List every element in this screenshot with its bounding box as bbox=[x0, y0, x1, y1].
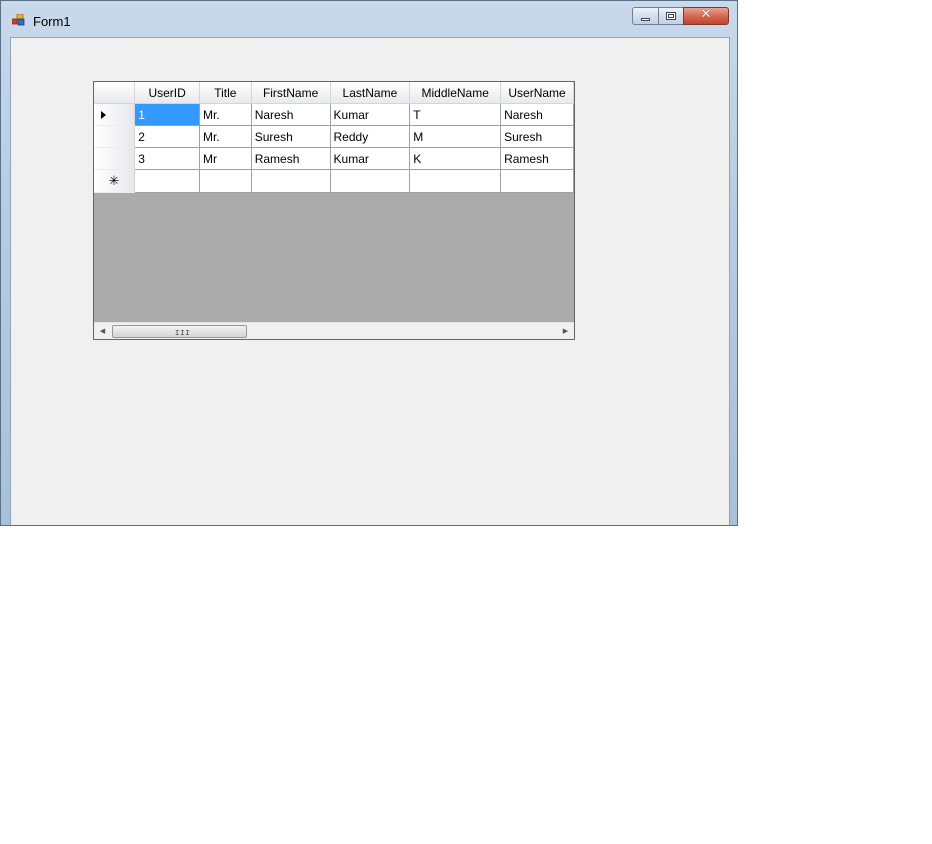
chevron-left-icon: ◀ bbox=[99, 328, 106, 335]
new-row[interactable]: ✳ bbox=[94, 169, 574, 193]
cell-userid[interactable]: 2 bbox=[134, 125, 200, 148]
table-row[interactable]: 2 Mr. Suresh Reddy M Suresh bbox=[94, 125, 574, 148]
cell-title[interactable]: Mr. bbox=[198, 125, 252, 148]
cell-firstname[interactable]: Naresh bbox=[250, 103, 331, 126]
close-icon: ✕ bbox=[700, 7, 712, 22]
caption-buttons: ✕ bbox=[632, 7, 729, 27]
table-row[interactable]: 1 Mr. Naresh Kumar T Naresh bbox=[94, 103, 574, 126]
row-header[interactable] bbox=[94, 125, 136, 148]
top-left-header-cell[interactable] bbox=[94, 82, 136, 104]
cell-middlename[interactable]: M bbox=[409, 125, 502, 148]
cell-firstname[interactable]: Ramesh bbox=[250, 147, 331, 170]
cell-userid[interactable]: 3 bbox=[134, 147, 200, 170]
cell-middlename[interactable]: T bbox=[409, 103, 502, 126]
restore-icon bbox=[666, 12, 676, 20]
form-window: Form1 ✕ UserID Title FirstName LastName … bbox=[0, 0, 738, 526]
cell-middlename[interactable] bbox=[409, 169, 502, 193]
column-header-title[interactable]: Title bbox=[199, 82, 252, 104]
column-header-userid[interactable]: UserID bbox=[134, 82, 200, 104]
form-client-area: UserID Title FirstName LastName MiddleNa… bbox=[10, 37, 730, 525]
column-header-firstname[interactable]: FirstName bbox=[251, 82, 331, 104]
cell-title[interactable]: Mr bbox=[198, 147, 252, 170]
cell-lastname[interactable]: Reddy bbox=[329, 125, 411, 148]
grid-table: UserID Title FirstName LastName MiddleNa… bbox=[94, 82, 574, 193]
minimize-button[interactable] bbox=[632, 7, 658, 25]
cell-username[interactable]: Naresh bbox=[500, 103, 574, 126]
cell-username[interactable] bbox=[500, 169, 574, 193]
cell-lastname[interactable]: Kumar bbox=[329, 147, 411, 170]
cell-title[interactable] bbox=[198, 169, 252, 193]
app-icon bbox=[12, 14, 25, 26]
title-bar[interactable]: Form1 ✕ bbox=[1, 1, 737, 37]
cell-firstname[interactable] bbox=[250, 169, 331, 193]
cell-username[interactable]: Ramesh bbox=[500, 147, 574, 170]
chevron-right-icon: ▶ bbox=[562, 328, 569, 335]
new-row-asterisk-icon: ✳ bbox=[108, 173, 120, 188]
data-grid-view[interactable]: UserID Title FirstName LastName MiddleNa… bbox=[93, 81, 575, 340]
grip-icon: III bbox=[175, 329, 191, 337]
scroll-thumb[interactable]: III bbox=[112, 325, 247, 338]
cell-firstname[interactable]: Suresh bbox=[250, 125, 331, 148]
cell-middlename[interactable]: K bbox=[409, 147, 502, 170]
cell-lastname[interactable]: Kumar bbox=[329, 103, 411, 126]
scroll-left-button[interactable]: ◀ bbox=[94, 323, 111, 339]
cell-title[interactable]: Mr. bbox=[198, 103, 252, 126]
row-header[interactable] bbox=[94, 147, 136, 170]
window-title: Form1 bbox=[33, 14, 71, 29]
table-row[interactable]: 3 Mr Ramesh Kumar K Ramesh bbox=[94, 147, 574, 170]
row-header[interactable] bbox=[94, 103, 136, 126]
current-row-arrow-icon bbox=[101, 111, 106, 119]
scroll-right-button[interactable]: ▶ bbox=[557, 323, 574, 339]
close-button[interactable]: ✕ bbox=[683, 7, 729, 25]
cell-userid[interactable]: 1 bbox=[134, 103, 200, 126]
column-header-middlename[interactable]: MiddleName bbox=[409, 82, 502, 104]
row-header[interactable]: ✳ bbox=[94, 169, 136, 193]
column-header-username[interactable]: UserName bbox=[500, 82, 574, 104]
cell-userid[interactable] bbox=[134, 169, 200, 193]
maximize-button[interactable] bbox=[658, 7, 683, 25]
column-header-row: UserID Title FirstName LastName MiddleNa… bbox=[94, 82, 574, 104]
column-header-lastname[interactable]: LastName bbox=[330, 82, 411, 104]
horizontal-scrollbar[interactable]: ◀ III ▶ bbox=[94, 322, 574, 339]
minimize-icon bbox=[641, 18, 650, 21]
cell-lastname[interactable] bbox=[329, 169, 411, 193]
cell-username[interactable]: Suresh bbox=[500, 125, 574, 148]
